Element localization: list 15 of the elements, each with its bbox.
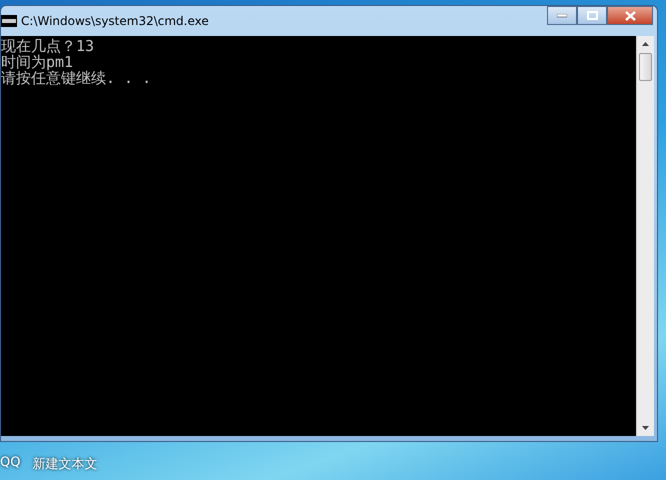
- minimize-icon: [557, 14, 567, 18]
- scroll-thumb[interactable]: [639, 53, 652, 81]
- minimize-button[interactable]: [547, 6, 577, 25]
- desktop-icon-label[interactable]: QQ: [0, 455, 20, 473]
- close-icon: [624, 10, 636, 20]
- window-title: C:\Windows\system32\cmd.exe: [21, 14, 210, 28]
- close-button[interactable]: [607, 6, 653, 25]
- maximize-button[interactable]: [577, 6, 607, 25]
- vertical-scrollbar[interactable]: [636, 36, 654, 436]
- console-line: 现在几点？13: [1, 38, 94, 54]
- console-line: 请按任意键继续. . .: [1, 70, 152, 86]
- console-icon: [1, 15, 17, 27]
- maximize-icon: [586, 11, 598, 20]
- desktop-icon-label[interactable]: 新建文本文: [32, 455, 98, 473]
- console-line: 时间为pm1: [1, 54, 74, 70]
